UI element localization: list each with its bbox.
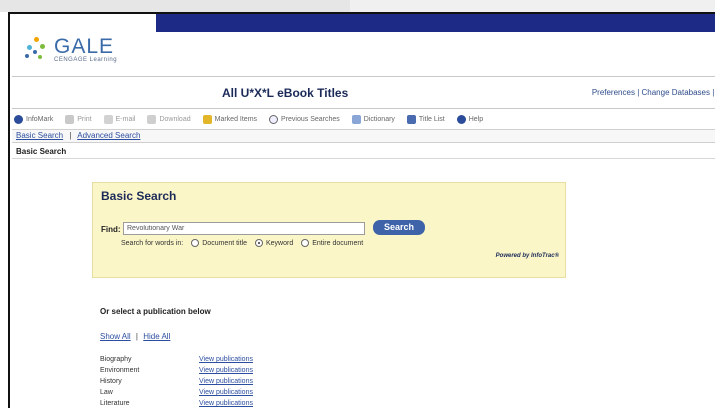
toolbar-previous-searches[interactable]: Previous Searches (269, 114, 340, 124)
list-item: Biography View publications (100, 354, 300, 365)
toolbar-title-list[interactable]: Title List (406, 114, 445, 124)
title-row: All U*X*L eBook Titles Preferences | Cha… (12, 86, 715, 104)
print-icon (65, 114, 75, 124)
powered-by-infotrac: Powered by InfoTrac® (495, 253, 559, 259)
scope-keyword[interactable]: Keyword (255, 239, 293, 247)
search-mode-tabs: Basic Search | Advanced Search (12, 129, 715, 143)
basic-search-heading: Basic Search (101, 189, 177, 203)
browser-page: GALE CENGAGE Learning All U*X*L eBook Ti… (8, 12, 715, 408)
list-item: History View publications (100, 376, 300, 387)
show-hide-links: Show All | Hide All (100, 332, 171, 341)
logo-tagline: CENGAGE Learning (54, 57, 118, 63)
gale-logo-dots-icon (24, 35, 48, 65)
search-scope-label: Search for words in: (121, 239, 184, 247)
list-item: Environment View publications (100, 365, 300, 376)
toolbar-help[interactable]: Help (456, 114, 483, 124)
category-label: Biography (100, 356, 132, 363)
basic-search-panel: Basic Search Find: Search Search for wor… (92, 182, 566, 278)
title-list-icon (406, 114, 416, 124)
category-label: Environment (100, 367, 140, 374)
publication-heading: Or select a publication below (100, 307, 211, 316)
toolbar-dictionary[interactable]: Dictionary (351, 114, 395, 124)
radio-keyword[interactable] (255, 239, 263, 247)
toolbar-email[interactable]: E-mail (103, 114, 135, 124)
tab-advanced-search[interactable]: Advanced Search (77, 131, 140, 140)
category-label: Literature (100, 400, 130, 407)
radio-entire-document[interactable] (301, 239, 310, 247)
tab-basic-search[interactable]: Basic Search (16, 131, 63, 140)
show-all-link[interactable]: Show All (100, 332, 131, 341)
scan-border-top-right (350, 0, 715, 12)
top-links: Preferences | Change Databases | L (591, 88, 715, 97)
toolbar-marked-items[interactable]: Marked Items (202, 114, 257, 124)
toolbar-download[interactable]: Download (147, 114, 191, 124)
category-label: Law (100, 389, 113, 396)
logo-wordmark: GALE (54, 35, 115, 58)
category-label: History (100, 378, 122, 385)
scope-document-title[interactable]: Document title (191, 239, 247, 247)
search-button[interactable]: Search (373, 220, 425, 235)
gale-logo[interactable]: GALE CENGAGE Learning (24, 30, 117, 70)
scan-border-top-left (0, 0, 350, 12)
scope-entire-document[interactable]: Entire document (301, 239, 363, 247)
hide-all-link[interactable]: Hide All (143, 332, 170, 341)
page-title: All U*X*L eBook Titles (222, 86, 349, 100)
list-item: Law View publications (100, 387, 300, 398)
download-icon (147, 114, 157, 124)
view-publications-link[interactable]: View publications (199, 376, 253, 387)
email-icon (103, 114, 113, 124)
view-publications-link[interactable]: View publications (199, 387, 253, 398)
folder-icon (202, 114, 212, 124)
top-banner-bar (156, 14, 715, 32)
breadcrumb: Basic Search (12, 145, 715, 159)
toolbar-infomark[interactable]: InfoMark (14, 114, 53, 124)
view-publications-link[interactable]: View publications (199, 398, 253, 408)
publication-list: Biography View publications Environment … (100, 354, 300, 408)
infomark-icon (14, 114, 23, 124)
header-divider (12, 76, 715, 77)
search-input[interactable] (123, 222, 365, 235)
list-item: Literature View publications (100, 398, 300, 408)
help-icon (456, 114, 466, 124)
view-publications-link[interactable]: View publications (199, 365, 253, 376)
change-databases-link[interactable]: Change Databases (642, 88, 711, 97)
find-label: Find: (101, 225, 121, 234)
radio-document-title[interactable] (191, 239, 200, 247)
preferences-link[interactable]: Preferences (592, 88, 635, 97)
toolbar: InfoMark Print E-mail Download Marked It… (14, 111, 715, 127)
toolbar-print[interactable]: Print (65, 114, 92, 124)
magnifier-icon (269, 114, 279, 124)
view-publications-link[interactable]: View publications (199, 354, 253, 365)
dictionary-icon (351, 114, 361, 124)
title-divider (12, 108, 715, 109)
search-scope-options: Search for words in: Document title Keyw… (121, 239, 363, 247)
